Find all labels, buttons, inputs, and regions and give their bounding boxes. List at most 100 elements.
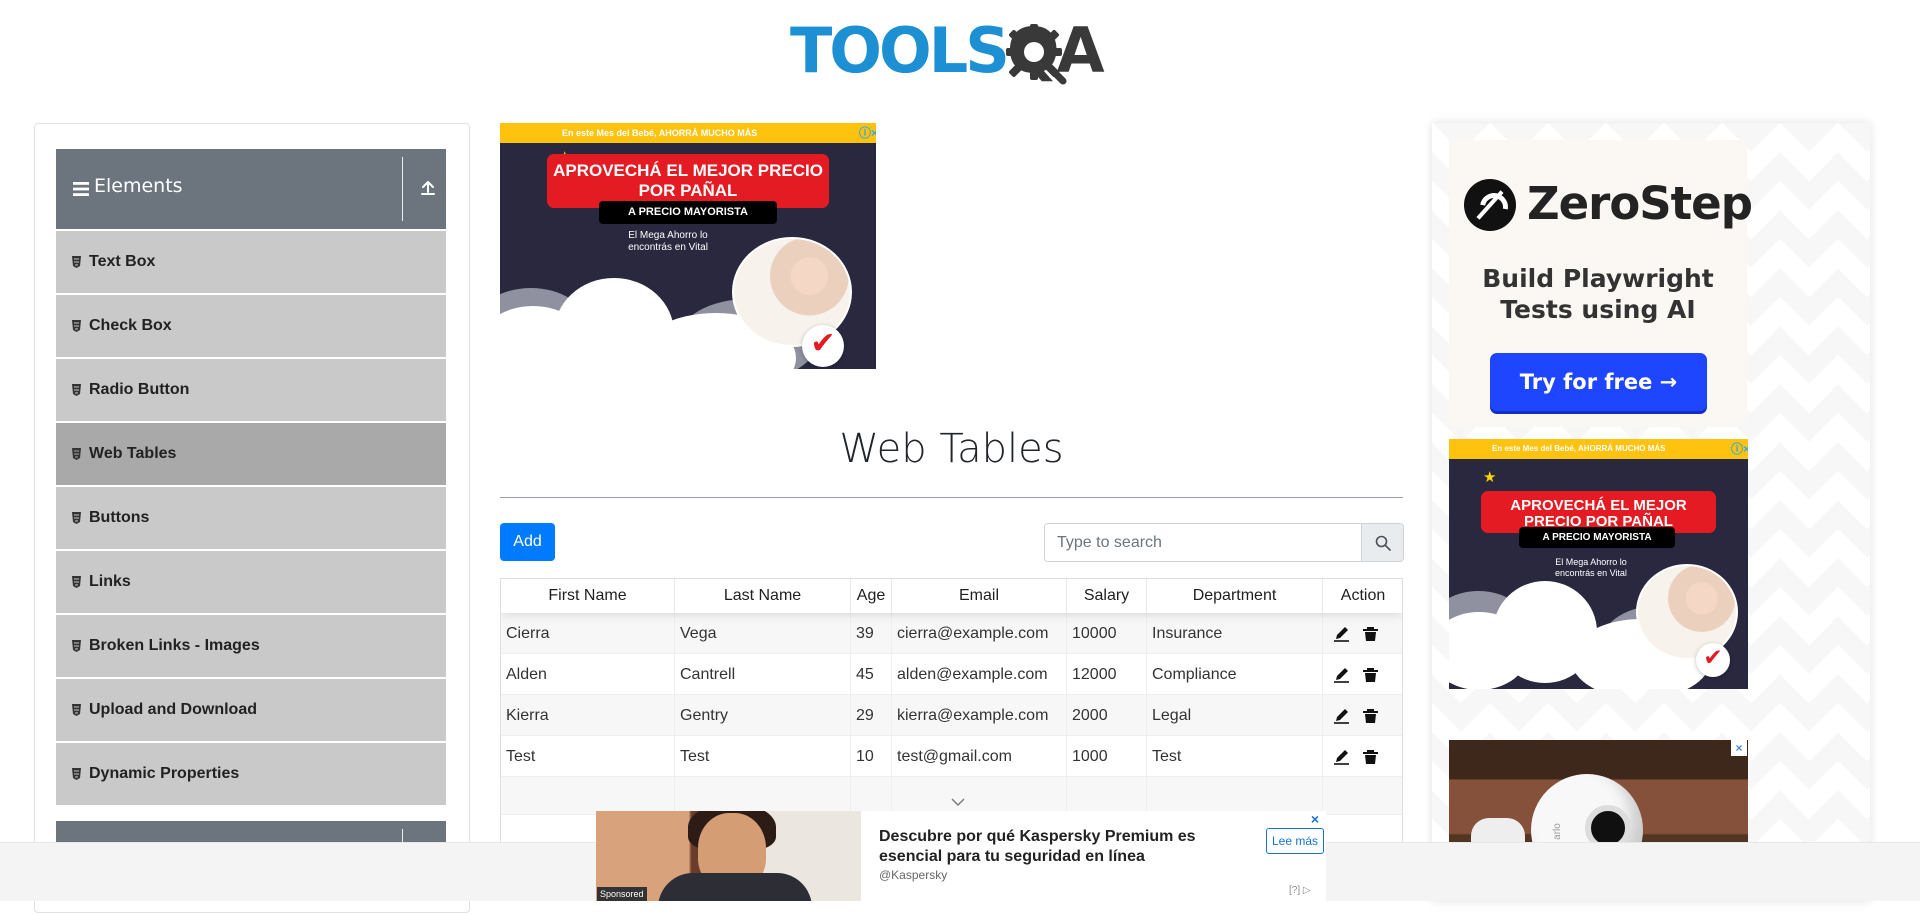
- elements-group-title: Elements: [94, 175, 183, 197]
- empty-table-row: [501, 777, 1402, 815]
- lee-mas-button[interactable]: Lee más: [1266, 828, 1324, 854]
- add-button[interactable]: Add: [500, 523, 555, 561]
- email-cell: alden@example.com: [892, 654, 1067, 694]
- ad-promo-strip: En este Mes del Bebé, AHORRÁ MUCHO MÁS: [1449, 439, 1748, 459]
- gear-icon: [1006, 24, 1067, 85]
- edit-icon[interactable]: [1333, 707, 1350, 724]
- action-cell: [1323, 695, 1402, 735]
- elements-group-header[interactable]: Elements: [56, 149, 446, 229]
- age-cell: 29: [851, 695, 892, 735]
- site-header: TOOLSQA: [0, 0, 1920, 100]
- department-cell: Test: [1147, 736, 1323, 776]
- html5-icon: [72, 576, 81, 588]
- camera-brand-mark: arlo: [1551, 823, 1563, 840]
- table-row: Cierra Vega 39 cierra@example.com 10000 …: [501, 613, 1402, 654]
- department-cell: Compliance: [1147, 654, 1323, 694]
- title-divider: [500, 497, 1403, 498]
- sidebar-item-dynamic-properties[interactable]: Dynamic Properties: [56, 743, 446, 805]
- sidebar-item-buttons[interactable]: Buttons: [56, 487, 446, 549]
- table-header: First Name Last Name Age Email Salary De…: [501, 579, 1402, 613]
- column-header-last-name[interactable]: Last Name: [675, 579, 851, 613]
- first-name-cell: Kierra: [501, 695, 675, 735]
- right-vital-advertisement[interactable]: En este Mes del Bebé, AHORRÁ MUCHO MÁS ⓘ…: [1449, 439, 1748, 689]
- delete-icon[interactable]: [1362, 707, 1379, 724]
- department-cell: Legal: [1147, 695, 1323, 735]
- close-icon[interactable]: ×: [1307, 811, 1323, 827]
- sidebar-item-upload-and-download[interactable]: Upload and Download: [56, 679, 446, 741]
- first-name-cell: Cierra: [501, 613, 675, 653]
- sidebar-item-label: Upload and Download: [89, 701, 257, 718]
- first-name-cell: Test: [501, 736, 675, 776]
- search-input[interactable]: [1045, 524, 1361, 561]
- column-header-email[interactable]: Email: [892, 579, 1067, 613]
- check-badge-icon: ✔: [802, 325, 844, 367]
- action-cell: [1323, 736, 1402, 776]
- last-name-cell: Gentry: [675, 695, 851, 735]
- table-search: [1044, 523, 1404, 562]
- table-row: Kierra Gentry 29 kierra@example.com 2000…: [501, 695, 1402, 736]
- zerostep-name: ZeroStep: [1527, 177, 1753, 230]
- delete-icon[interactable]: [1362, 666, 1379, 683]
- sidebar-item-links[interactable]: Links: [56, 551, 446, 613]
- edit-icon[interactable]: [1333, 748, 1350, 765]
- table-row: Alden Cantrell 45 alden@example.com 1200…: [501, 654, 1402, 695]
- sponsored-label: Sponsored: [597, 887, 647, 901]
- right-advertisement-rail: ZeroStep Build Playwright Tests using AI…: [1432, 123, 1870, 901]
- top-advertisement[interactable]: En este Mes del Bebé, AHORRÁ MUCHO MÁS ⓘ…: [500, 123, 876, 369]
- chevron-down-icon: [951, 798, 965, 806]
- zerostep-advertisement[interactable]: ZeroStep Build Playwright Tests using AI…: [1449, 140, 1753, 427]
- salary-cell: 1000: [1067, 736, 1147, 776]
- zerostep-logo-icon: [1464, 179, 1516, 231]
- sidebar-item-label: Web Tables: [89, 445, 177, 462]
- close-icon[interactable]: ×: [1731, 740, 1747, 756]
- try-for-free-button[interactable]: Try for free →: [1490, 353, 1707, 411]
- bottom-ad-source: @Kaspersky: [879, 868, 948, 882]
- teen-photo: Sponsored: [596, 811, 861, 901]
- ad-close-icon[interactable]: ⓘ×: [1731, 442, 1748, 456]
- age-cell: 39: [851, 613, 892, 653]
- sidebar-item-label: Check Box: [89, 317, 172, 334]
- column-header-salary[interactable]: Salary: [1067, 579, 1147, 613]
- delete-icon[interactable]: [1362, 748, 1379, 765]
- action-cell: [1323, 654, 1402, 694]
- html5-icon: [72, 640, 81, 652]
- sidebar-item-radio-button[interactable]: Radio Button: [56, 359, 446, 421]
- sidebar-item-label: Buttons: [89, 509, 150, 526]
- bars-icon: [73, 182, 89, 196]
- star-icon: ★: [1483, 468, 1497, 486]
- elements-menu-list: Text Box Check Box Radio Button Web Tabl…: [56, 231, 446, 807]
- ad-headline: APROVECHÁ EL MEJOR PRECIO POR PAÑAL: [547, 154, 829, 208]
- email-cell: cierra@example.com: [892, 613, 1067, 653]
- html5-icon: [72, 448, 81, 460]
- last-name-cell: Vega: [675, 613, 851, 653]
- column-header-department[interactable]: Department: [1147, 579, 1323, 613]
- column-header-age[interactable]: Age: [851, 579, 892, 613]
- ad-promo-strip: En este Mes del Bebé, AHORRÁ MUCHO MÁS: [500, 123, 876, 143]
- ad-subheadline: A PRECIO MAYORISTA: [1519, 527, 1675, 548]
- table-row: Test Test 10 test@gmail.com 1000 Test: [501, 736, 1402, 777]
- sidebar-item-text-box[interactable]: Text Box: [56, 231, 446, 293]
- sidebar-item-label: Radio Button: [89, 381, 190, 398]
- html5-icon: [72, 256, 81, 268]
- bottom-kaspersky-advertisement[interactable]: Sponsored Descubre por qué Kaspersky Pre…: [596, 811, 1326, 901]
- column-header-first-name[interactable]: First Name: [501, 579, 675, 613]
- salary-cell: 12000: [1067, 654, 1147, 694]
- shirt-shape: [658, 873, 812, 901]
- edit-icon[interactable]: [1333, 666, 1350, 683]
- sidebar-item-check-box[interactable]: Check Box: [56, 295, 446, 357]
- age-cell: 45: [851, 654, 892, 694]
- toolsqa-logo[interactable]: TOOLSQA: [790, 12, 1115, 92]
- ad-choice-icon[interactable]: [?] ▷: [1289, 884, 1323, 898]
- search-button[interactable]: [1361, 524, 1403, 561]
- edit-icon[interactable]: [1333, 625, 1350, 642]
- sidebar-item-label: Broken Links - Images: [89, 637, 260, 654]
- sidebar-item-broken-links-images[interactable]: Broken Links - Images: [56, 615, 446, 677]
- upload-icon[interactable]: [418, 178, 438, 198]
- sidebar-item-web-tables[interactable]: Web Tables: [56, 423, 446, 485]
- last-name-cell: Test: [675, 736, 851, 776]
- ad-subheadline: A PRECIO MAYORISTA: [599, 201, 777, 224]
- group-divider: [402, 157, 403, 221]
- ad-close-icon[interactable]: ⓘ×: [859, 126, 876, 140]
- salary-cell: 10000: [1067, 613, 1147, 653]
- delete-icon[interactable]: [1362, 625, 1379, 642]
